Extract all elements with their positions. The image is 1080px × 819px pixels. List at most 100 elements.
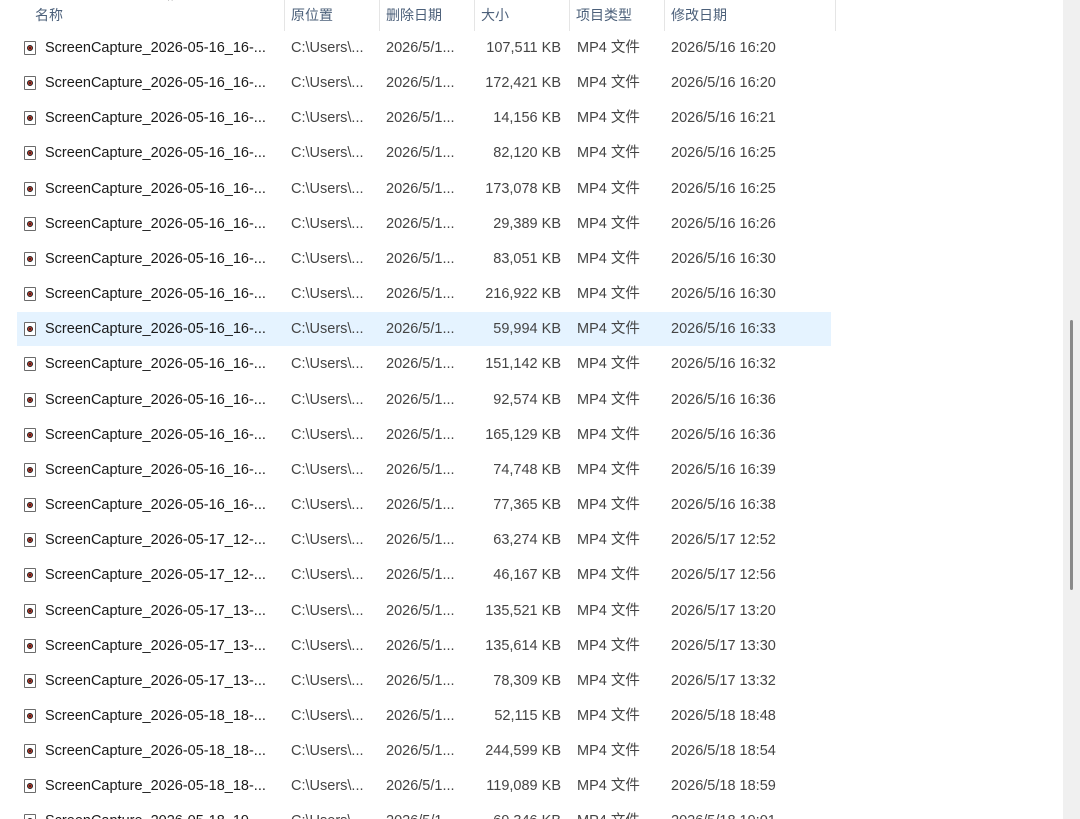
file-name-cell: ScreenCapture_2026-05-17_12-... — [45, 567, 266, 584]
date-deleted-cell: 2026/5/1... — [386, 672, 455, 689]
file-name-cell: ScreenCapture_2026-05-16_16-... — [45, 40, 266, 56]
date-modified-cell: 2026/5/17 12:52 — [671, 532, 776, 549]
column-header-size[interactable]: 大小 — [475, 0, 570, 31]
column-header-item-type[interactable]: 项目类型 — [570, 0, 665, 31]
item-type-cell: MP4 文件 — [577, 356, 640, 373]
original-location-cell: C:\Users\... — [291, 672, 364, 689]
date-modified-cell: 2026/5/18 18:54 — [671, 743, 776, 760]
size-cell: 83,051 KB — [493, 250, 561, 267]
original-location-cell: C:\Users\... — [291, 215, 364, 232]
table-row[interactable]: ScreenCapture_2026-05-16_16-... C:\Users\… — [0, 242, 1060, 277]
date-modified-cell: 2026/5/16 16:20 — [671, 40, 776, 56]
mp4-file-icon — [24, 603, 36, 618]
size-cell: 165,129 KB — [485, 426, 561, 443]
file-name-cell: ScreenCapture_2026-05-16_16-... — [45, 461, 266, 478]
video-file-icon — [24, 664, 38, 699]
mp4-file-icon — [24, 111, 36, 126]
table-row[interactable]: ScreenCapture_2026-05-16_16-... C:\Users\… — [0, 31, 1060, 66]
table-row[interactable]: ScreenCapture_2026-05-16_16-... C:\Users\… — [0, 453, 1060, 488]
original-location-cell: C:\Users\... — [291, 707, 364, 724]
file-rows: ScreenCapture_2026-05-16_16-... C:\Users\… — [0, 31, 1060, 819]
mp4-file-icon — [24, 76, 36, 91]
item-type-cell: MP4 文件 — [577, 110, 640, 127]
mp4-file-icon — [24, 814, 36, 819]
table-row[interactable]: ScreenCapture_2026-05-18_18-... C:\Users\… — [0, 699, 1060, 734]
item-type-cell: MP4 文件 — [577, 672, 640, 689]
mp4-file-icon — [24, 462, 36, 477]
table-row[interactable]: ScreenCapture_2026-05-16_16-... C:\Users\… — [0, 312, 1060, 347]
file-name-cell: ScreenCapture_2026-05-18_18-... — [45, 778, 266, 795]
size-cell: 52,115 KB — [494, 707, 561, 724]
column-header-original-location[interactable]: 原位置 — [285, 0, 380, 31]
size-cell: 119,089 KB — [486, 778, 561, 795]
table-row[interactable]: ScreenCapture_2026-05-17_13-... C:\Users\… — [0, 664, 1060, 699]
table-row[interactable]: ScreenCapture_2026-05-17_12-... C:\Users\… — [0, 558, 1060, 593]
table-row[interactable]: ScreenCapture_2026-05-18_18-... C:\Users\… — [0, 734, 1060, 769]
date-modified-cell: 2026/5/17 13:30 — [671, 637, 776, 654]
table-row[interactable]: ScreenCapture_2026-05-16_16-... C:\Users\… — [0, 488, 1060, 523]
date-modified-cell: 2026/5/16 16:32 — [671, 356, 776, 373]
original-location-cell: C:\Users\... — [291, 391, 364, 408]
date-deleted-cell: 2026/5/1... — [386, 215, 455, 232]
table-row[interactable]: ScreenCapture_2026-05-16_16-... C:\Users\… — [0, 277, 1060, 312]
file-name-cell: ScreenCapture_2026-05-16_16-... — [45, 145, 266, 162]
mp4-file-icon — [24, 216, 36, 231]
size-cell: 135,614 KB — [485, 637, 561, 654]
table-row[interactable]: ScreenCapture_2026-05-16_16-... C:\Users\… — [0, 383, 1060, 418]
item-type-cell: MP4 文件 — [577, 426, 640, 443]
table-row[interactable]: ScreenCapture_2026-05-16_16-... C:\Users\… — [0, 347, 1060, 382]
mp4-file-icon — [24, 533, 36, 548]
size-cell: 173,078 KB — [485, 180, 561, 197]
date-deleted-cell: 2026/5/1... — [386, 497, 455, 514]
original-location-cell: C:\Users\... — [291, 250, 364, 267]
item-type-cell: MP4 文件 — [577, 743, 640, 760]
table-row[interactable]: ScreenCapture_2026-05-17_13-... C:\Users\… — [0, 594, 1060, 629]
column-header-date-deleted[interactable]: 删除日期 — [380, 0, 475, 31]
video-file-icon — [24, 383, 38, 418]
file-name-cell: ScreenCapture_2026-05-17_13-... — [45, 637, 266, 654]
vertical-scrollbar[interactable] — [1063, 0, 1080, 819]
file-name-cell: ScreenCapture_2026-05-17_12-... — [45, 532, 266, 549]
date-deleted-cell: 2026/5/1... — [386, 321, 455, 338]
table-row[interactable]: ScreenCapture_2026-05-16_16-... C:\Users\… — [0, 207, 1060, 242]
original-location-cell: C:\Users\... — [291, 356, 364, 373]
item-type-cell: MP4 文件 — [577, 321, 640, 338]
size-cell: 216,922 KB — [485, 286, 561, 303]
table-row[interactable]: ScreenCapture_2026-05-18_19-... C:\Users\… — [0, 804, 1060, 819]
column-header-name[interactable]: ^ 名称 — [18, 0, 285, 31]
table-row[interactable]: ScreenCapture_2026-05-17_13-... C:\Users\… — [0, 629, 1060, 664]
table-row[interactable]: ScreenCapture_2026-05-16_16-... C:\Users\… — [0, 172, 1060, 207]
date-modified-cell: 2026/5/16 16:30 — [671, 250, 776, 267]
mp4-file-icon — [24, 498, 36, 513]
mp4-file-icon — [24, 708, 36, 723]
date-modified-cell: 2026/5/17 13:32 — [671, 672, 776, 689]
table-row[interactable]: ScreenCapture_2026-05-17_12-... C:\Users\… — [0, 523, 1060, 558]
item-type-cell: MP4 文件 — [577, 40, 640, 56]
table-row[interactable]: ScreenCapture_2026-05-16_16-... C:\Users\… — [0, 136, 1060, 171]
date-modified-cell: 2026/5/16 16:36 — [671, 426, 776, 443]
item-type-cell: MP4 文件 — [577, 461, 640, 478]
table-row[interactable]: ScreenCapture_2026-05-16_16-... C:\Users\… — [0, 101, 1060, 136]
scrollbar-thumb[interactable] — [1070, 320, 1073, 590]
video-file-icon — [24, 101, 38, 136]
mp4-file-icon — [24, 251, 36, 266]
table-row[interactable]: ScreenCapture_2026-05-16_16-... C:\Users\… — [0, 66, 1060, 101]
date-modified-cell: 2026/5/16 16:26 — [671, 215, 776, 232]
size-cell: 78,309 KB — [493, 672, 561, 689]
mp4-file-icon — [24, 181, 36, 196]
table-row[interactable]: ScreenCapture_2026-05-16_16-... C:\Users\… — [0, 418, 1060, 453]
date-deleted-cell: 2026/5/1... — [386, 602, 455, 619]
mp4-file-icon — [24, 427, 36, 442]
video-file-icon — [24, 769, 38, 804]
table-row[interactable]: ScreenCapture_2026-05-18_18-... C:\Users\… — [0, 769, 1060, 804]
video-file-icon — [24, 629, 38, 664]
size-cell: 244,599 KB — [485, 743, 561, 760]
date-modified-cell: 2026/5/16 16:36 — [671, 391, 776, 408]
column-header-date-modified[interactable]: 修改日期 — [665, 0, 836, 31]
file-name-cell: ScreenCapture_2026-05-16_16-... — [45, 286, 266, 303]
date-deleted-cell: 2026/5/1... — [386, 567, 455, 584]
file-name-cell: ScreenCapture_2026-05-18_18-... — [45, 707, 266, 724]
item-type-cell: MP4 文件 — [577, 215, 640, 232]
size-cell: 135,521 KB — [485, 602, 561, 619]
mp4-file-icon — [24, 744, 36, 759]
